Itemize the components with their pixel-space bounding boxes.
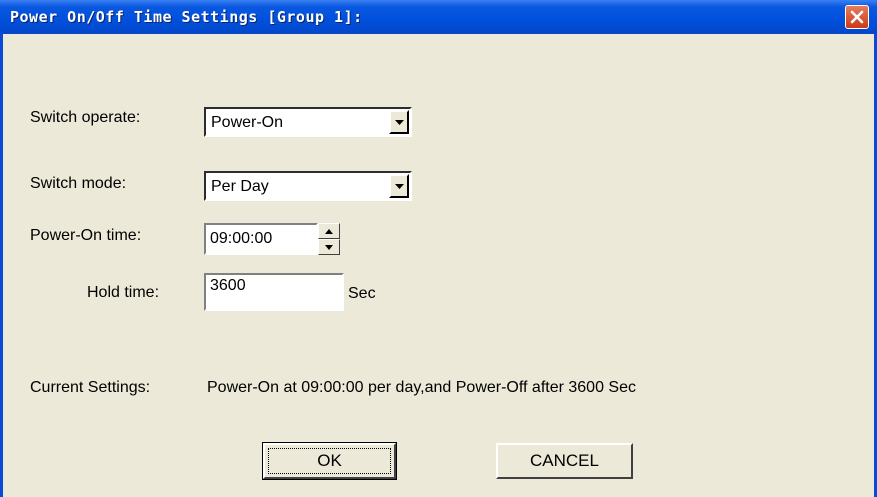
hold-time-input[interactable] [204, 273, 344, 311]
power-on-time-spinner[interactable] [318, 223, 340, 255]
hold-time-label: Hold time: [87, 284, 160, 301]
cancel-button[interactable]: CANCEL [496, 443, 633, 479]
close-button[interactable] [845, 5, 869, 29]
chevron-down-icon [395, 120, 404, 125]
switch-operate-value: Power-On [211, 114, 284, 131]
switch-operate-dropdown[interactable]: Power-On [204, 107, 412, 137]
hold-time-field[interactable] [210, 277, 338, 295]
switch-mode-label: Switch mode: [30, 175, 127, 192]
current-settings-label: Current Settings: [30, 379, 151, 396]
arrow-down-icon [325, 245, 333, 250]
chevron-down-icon [395, 184, 404, 189]
switch-mode-value: Per Day [211, 178, 269, 195]
switch-operate-dropdown-button[interactable] [389, 110, 409, 134]
power-on-time-label: Power-On time: [30, 227, 142, 244]
switch-mode-dropdown[interactable]: Per Day [204, 171, 412, 201]
spin-down-button[interactable] [318, 239, 340, 255]
spin-up-button[interactable] [318, 223, 340, 239]
window-title: Power On/Off Time Settings [Group 1]: [10, 8, 363, 26]
title-bar[interactable]: Power On/Off Time Settings [Group 1]: [0, 0, 877, 34]
power-on-time-field[interactable] [210, 230, 312, 248]
switch-operate-label: Switch operate: [30, 109, 141, 126]
arrow-up-icon [325, 229, 333, 234]
power-on-time-input[interactable] [204, 223, 318, 255]
current-settings-text: Power-On at 09:00:00 per day,and Power-O… [207, 379, 636, 396]
focus-rectangle [268, 448, 391, 474]
ok-button[interactable]: OK [262, 442, 397, 480]
switch-mode-dropdown-button[interactable] [389, 174, 409, 198]
window-frame-left [0, 34, 3, 497]
hold-time-unit: Sec [348, 285, 376, 302]
cancel-button-label: CANCEL [530, 451, 599, 470]
close-icon [850, 10, 864, 24]
